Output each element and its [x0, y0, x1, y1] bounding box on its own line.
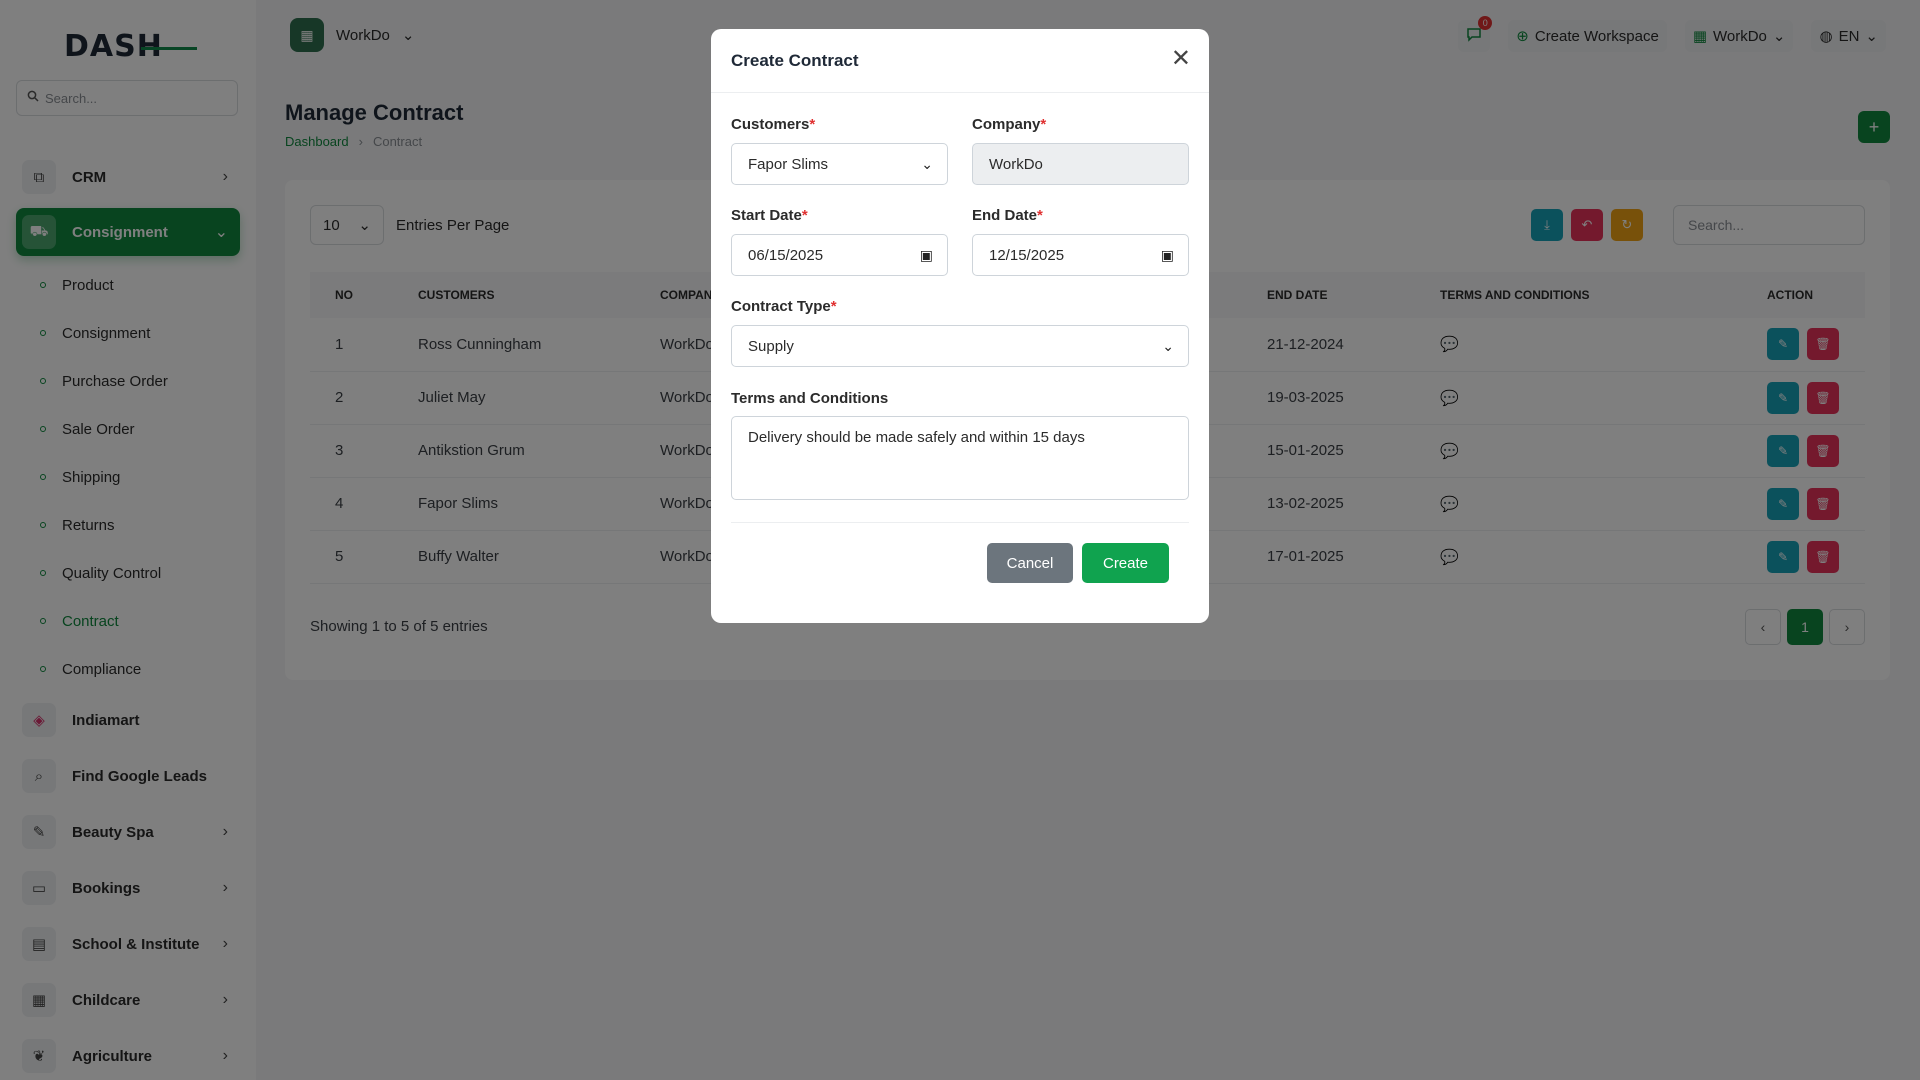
cancel-button[interactable]: Cancel	[987, 543, 1073, 583]
end-date-label-text: End Date	[972, 207, 1038, 224]
create-contract-modal: Create Contract ✕ Customers* Fapor Slims…	[711, 29, 1209, 623]
modal-title: Create Contract	[731, 50, 859, 70]
contract-type-value: Supply	[748, 337, 794, 355]
company-label-text: Company	[972, 116, 1041, 133]
contract-type-label: Contract Type*	[731, 298, 837, 315]
customers-label: Customers*	[731, 116, 815, 133]
end-date-value: 12/15/2025	[989, 246, 1065, 264]
end-date-label: End Date*	[972, 207, 1043, 224]
modal-header: Create Contract	[711, 29, 1209, 93]
company-label: Company*	[972, 116, 1046, 133]
company-field: WorkDo	[972, 143, 1189, 185]
start-date-label-text: Start Date	[731, 207, 802, 224]
start-date-input[interactable]: 06/15/2025 ▣	[731, 234, 948, 276]
customers-label-text: Customers	[731, 116, 810, 133]
end-date-input[interactable]: 12/15/2025 ▣	[972, 234, 1189, 276]
required-marker: *	[801, 207, 808, 224]
required-marker: *	[809, 116, 816, 133]
contract-type-label-text: Contract Type	[731, 298, 831, 315]
contract-type-select[interactable]: Supply ⌄	[731, 325, 1189, 367]
chevron-down-icon: ⌄	[1162, 337, 1174, 354]
calendar-icon[interactable]: ▣	[920, 247, 933, 264]
calendar-icon[interactable]: ▣	[1161, 247, 1174, 264]
customers-value: Fapor Slims	[748, 155, 829, 173]
create-button[interactable]: Create	[1082, 543, 1169, 583]
start-date-label: Start Date*	[731, 207, 808, 224]
start-date-value: 06/15/2025	[748, 246, 824, 264]
terms-textarea[interactable]: Delivery should be made safely and withi…	[731, 416, 1189, 500]
modal-divider	[731, 522, 1189, 523]
terms-label: Terms and Conditions	[731, 390, 889, 407]
company-value: WorkDo	[989, 155, 1043, 173]
close-icon[interactable]: ✕	[1171, 47, 1191, 71]
customers-select[interactable]: Fapor Slims ⌄	[731, 143, 948, 185]
chevron-down-icon: ⌄	[921, 155, 933, 172]
required-marker: *	[1040, 116, 1047, 133]
required-marker: *	[1037, 207, 1043, 224]
required-marker: *	[830, 298, 837, 315]
